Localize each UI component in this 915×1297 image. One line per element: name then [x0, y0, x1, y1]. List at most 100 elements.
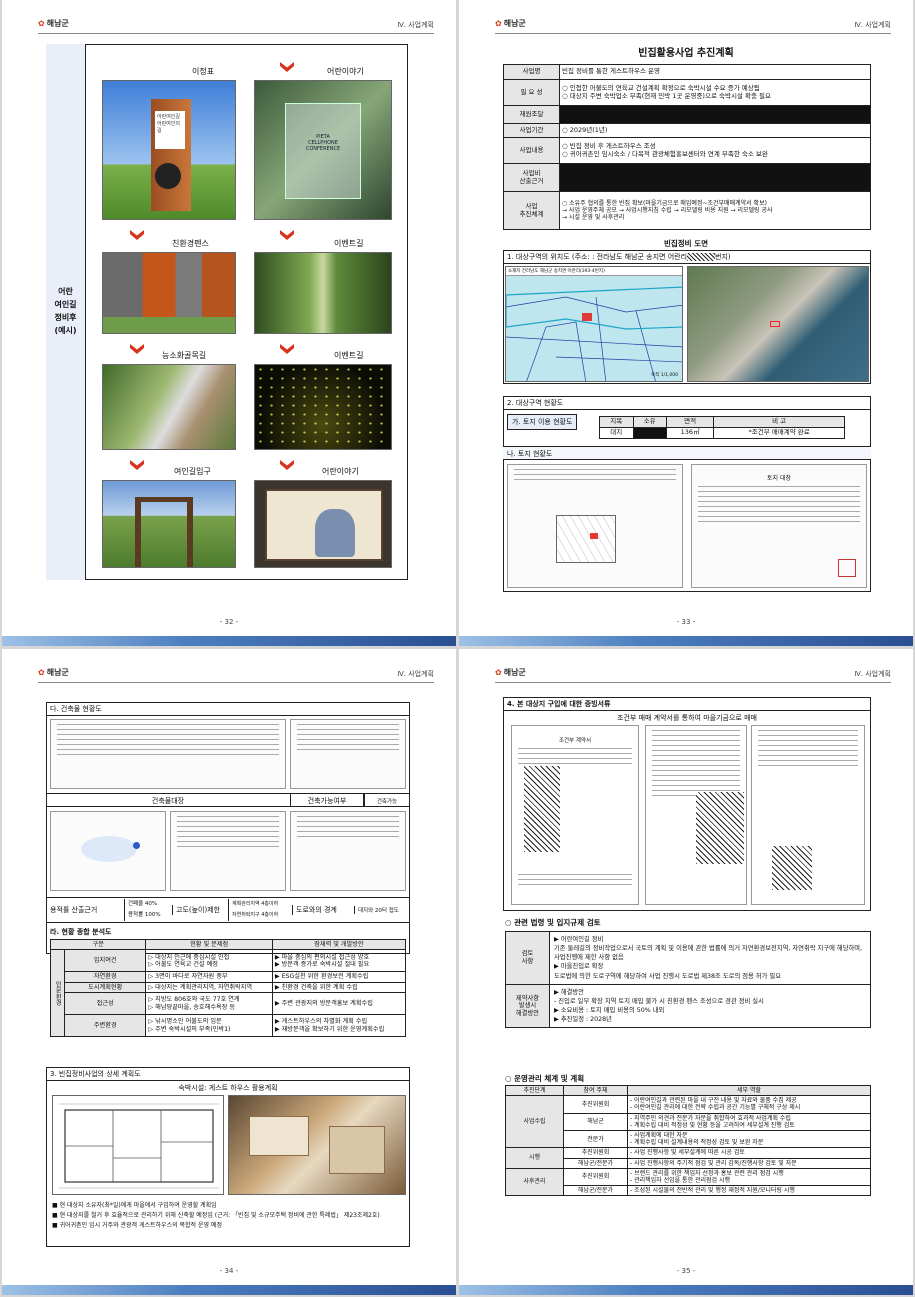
col-header: 비 고: [713, 416, 845, 428]
row-key: 사업 추진체계: [503, 191, 560, 230]
buildable-label: 건축가능여부: [290, 793, 364, 807]
page-number: - 32 -: [219, 618, 239, 626]
law-table: 검토 사항 ▶ 어란여인길 정비 기존 둘레길의 정비작업으로서 국토의 계획 및…: [505, 931, 871, 1029]
photo-label: 여인길입구: [174, 467, 211, 476]
proof-subtitle: 조건부 매매 계약서를 통하여 마을기금으로 매매: [617, 714, 757, 722]
section-label: Ⅳ. 사업계획: [854, 21, 891, 29]
aerial-photo: [687, 266, 869, 382]
analysis-table: 구분 현황 및 문제점 잠재력 및 개발방안 인문환경 입지여건 ▷ 대상지 인근…: [49, 938, 407, 1038]
table-row: 인문환경 입지여건 ▷ 대상지 인근에 중심시설 인접 ▷ 어불도 연육교 건설 …: [50, 949, 407, 1038]
brand-name: 해남군: [46, 668, 69, 677]
height-limit-label: 고도(높이)제한: [172, 905, 220, 915]
col-header: 잠재력 및 개발방안: [271, 938, 407, 951]
height-values: 계획관리지역 4층이하자연취락지구 4층이하: [228, 899, 278, 921]
note-item: ■ 현 대상지를 철거 후 효율적으로 관리하기 위해 신축할 예정임 (근거:…: [52, 1212, 380, 1220]
coverage-ratio: 건폐율 40%: [128, 901, 158, 907]
redacted-cell: [632, 426, 667, 439]
table-row: 재원조달: [503, 105, 871, 124]
seal-stamp: [838, 559, 856, 577]
road-boundary-label: 도로와의 경계: [292, 905, 337, 915]
footer-bar: [2, 636, 456, 646]
cell: ▷ 3면이 바다로 자연자원 풍부: [145, 971, 273, 983]
actor-cell: 해남군/전문가: [563, 1157, 628, 1169]
brand-name: 해남군: [503, 668, 526, 677]
photo-label: 이정표: [192, 67, 215, 76]
eco-fence-photo: [102, 252, 236, 334]
cadastral-map: 소재지 전라남도 해남군 송지면 어란리(393-4번지) 축척 1/1,000: [505, 266, 683, 382]
group-label: 인문환경: [50, 949, 65, 1038]
notes-list: ■ 현 대상지 소유자(최*일)에게 마을에서 구입하여 운영할 계획임 ■ 현…: [52, 1201, 406, 1232]
map-scale: 축척 1/1,000: [651, 373, 678, 378]
col-header: 참여 주체: [563, 1084, 628, 1097]
ratio-values: 건폐율 40% 용적률 100%: [124, 899, 161, 921]
table-row: 주변환경 ▷ 낚시명소인 어불도의 입문 ▷ 주변 숙박시설의 부족(민박1) ▶ …: [51, 1014, 407, 1038]
photo-label: 친환경펜스: [172, 239, 209, 248]
ratio-label: 용적률 산출근거: [50, 906, 98, 914]
table-header-row: 지목 소유 면적 비 고: [599, 416, 845, 428]
row-value: ○ 2029년(1년): [559, 123, 871, 138]
ops-heading: ○ 운영관리 체계 및 계획: [505, 1074, 585, 1083]
col-header: 구분: [49, 938, 147, 951]
section-label: Ⅳ. 사업계획: [397, 21, 434, 29]
table-row: 대지 136㎡ *조건부 매매계약 완료: [599, 426, 845, 439]
cell: ▶ 친환경 건축을 위한 계획 수립: [271, 981, 407, 994]
plan-table: 사업명 빈집 정비를 통한 게스트하우스 운영 필 요 성 ○ 인접한 어불도의 연…: [503, 64, 871, 230]
page-34: ✿ 해남군 Ⅳ. 사업계획 다. 건축물 현황도 건축물대장 건축가능여부 건축가…: [2, 649, 456, 1295]
cell: 대지: [599, 426, 634, 439]
table-row: 도시계획현황 ▷ 대상지는 계획관리지역, 자연취락지역 ▶ 친환경 건축을 위한 …: [51, 981, 407, 994]
role-cell: - 조성된 시설물의 전반적 관리 및 행정 재정적 지원/모니터링 시행: [627, 1185, 871, 1197]
building-ledger-label: 건축물대장: [46, 793, 290, 807]
event-path-photo: [254, 252, 392, 334]
role-cell: - 사업계획에 대한 자문 - 계획수립 대비 설계내용의 적정성 검토 및 보…: [627, 1129, 871, 1149]
proof-heading: 4. 본 대상지 구입에 대한 증빙서류: [503, 697, 871, 711]
row-value: ○ 소유주 협의를 통한 빈집 확보(마을기금으로 매입예정~조건부매매계약서 …: [559, 191, 871, 230]
building-heading: 다. 건축물 현황도: [46, 702, 410, 716]
table-row: 필 요 성 ○ 인접한 어불도의 연육교 건설계획 확정으로 숙박시설 수요 증가…: [503, 79, 871, 106]
row-value: ▶ 해결방안 - 진입로 일부 확장 지역 토지 매입 불가 시 친환경 펜스 …: [549, 983, 871, 1029]
page-title: 빈집활용사업 추진계획: [638, 48, 734, 59]
location-heading: 1. 대상구역의 위치도 (주소: : 전라남도 해남군 송지면 어란리 번지): [503, 250, 871, 264]
cell: ▶ ESG실천 위한 환경보전 계획수립: [271, 971, 407, 983]
height-value: 계획관리지역 4층이하: [232, 901, 279, 907]
brand-name: 해남군: [46, 19, 69, 28]
stage-cell: 사업수립: [505, 1095, 564, 1149]
permit-check-doc: [290, 719, 406, 789]
row-key: 필 요 성: [503, 79, 560, 106]
height-value: 자연취락지구 4층이하: [232, 912, 279, 918]
actor-cell: 추진위원회: [563, 1095, 628, 1114]
photo-label: 이벤트길: [334, 239, 364, 248]
table-row: 제약사항 발생시 해결방안 ▶ 해결방안 - 진입로 일부 확장 지역 토지 매입…: [505, 983, 871, 1029]
table-header-row: 추진단계 참여 주체 세부 역할: [505, 1084, 871, 1097]
role-cell: - 어란여인길과 관련된 마을 내 구전 내용 및 자료와 물품 수집 제공 -…: [627, 1095, 871, 1114]
role-cell: - 브랜드 관리를 위한 책임자 선정과 홍보 관련 관리 점검 시행 - 관리…: [627, 1167, 871, 1187]
row-key: 재원조달: [503, 105, 560, 124]
photo-label: 어란이야기: [322, 467, 359, 476]
photo-label: 능소화골목길: [162, 351, 207, 360]
row-key: 사업기간: [503, 123, 560, 138]
stage-cell: 시행: [505, 1147, 564, 1169]
table-row: 시행 추진위원회 - 사업 진행사항 및 세부설계에 따른 시공 검토: [505, 1147, 871, 1169]
row-value: ○ 빈집 정비 후 게스트하우스 조성 ○ 귀어귀촌인 임시숙소 / 다목적 관…: [559, 137, 871, 164]
col-header: 추진단계: [505, 1084, 564, 1097]
role-cell: - 지역주민 의견과 전문가 자문을 취합하여 효과적 사업계획 수립 - 계획…: [627, 1112, 871, 1131]
cell: ▷ 대상지는 계획관리지역, 자연취락지역: [145, 981, 273, 994]
table-row: 사업명 빈집 정비를 통한 게스트하우스 운영: [503, 64, 871, 80]
row-key: 사업비 산출근거: [503, 163, 560, 192]
photo-label: 어란이야기: [327, 67, 364, 76]
brand-logo: ✿ 해남군: [495, 667, 526, 678]
analysis-heading: 라. 현황 종합 분석도: [50, 928, 112, 936]
location-heading-end: 번지): [715, 253, 731, 261]
row-key: 입지여건: [63, 949, 147, 973]
story-board-photo: [254, 480, 392, 568]
cell: ▶ 게스트하우스의 차별화 계획 수립 ▶ 재방문객을 확보하기 위한 운영계획…: [271, 1014, 407, 1038]
redacted-address: [687, 253, 716, 261]
memorial-text: PIETA CELLPHONE CONFERENCE: [285, 103, 361, 199]
role-cell: - 사업 진행사항의 주기적 점검 및 관리 감독/진행사항 검토 및 자문: [627, 1157, 871, 1169]
table-row: 사업비 산출근거: [503, 163, 871, 192]
detail-heading: 3. 빈집정비사업의 상세 계획도: [46, 1067, 410, 1081]
table-row: 접근성 ▷ 지방도 806호와 국도 77호 연계 ▷ 해남땅끝마을, 송호해수욕…: [51, 992, 407, 1016]
row-key: 도시계획현황: [63, 981, 147, 994]
col-header: 지목: [599, 416, 634, 428]
col-header: 소유: [632, 416, 667, 428]
row-key: 사업명: [503, 64, 560, 80]
